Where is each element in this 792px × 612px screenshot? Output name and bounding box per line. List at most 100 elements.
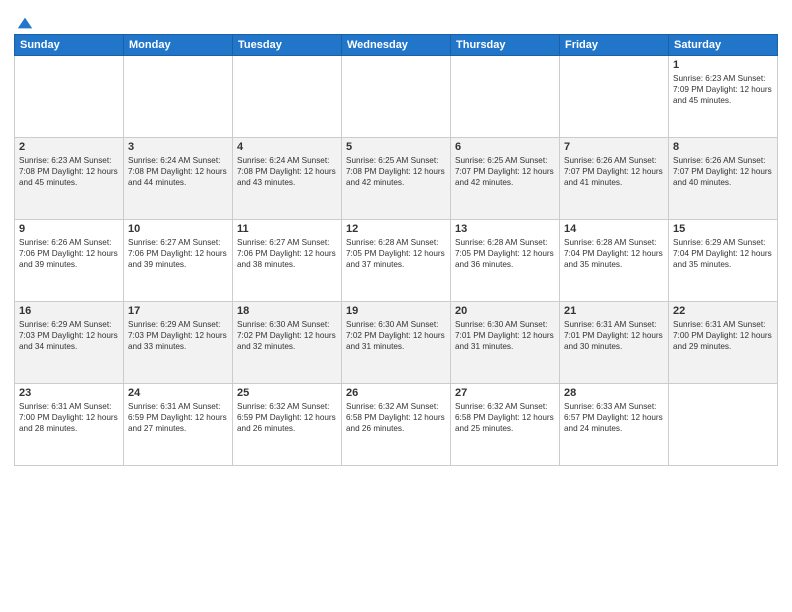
- day-info: Sunrise: 6:27 AM Sunset: 7:06 PM Dayligh…: [237, 237, 337, 270]
- calendar-cell: 15Sunrise: 6:29 AM Sunset: 7:04 PM Dayli…: [669, 220, 778, 302]
- calendar-week-row: 2 Sunrise: 6:23 AM Sunset: 7:08 PM Daylig…: [15, 138, 778, 220]
- day-number: 24: [128, 387, 228, 399]
- day-info: Sunrise: 6:25 AM Sunset: 7:07 PM Dayligh…: [455, 155, 555, 188]
- calendar-table: SundayMondayTuesdayWednesdayThursdayFrid…: [14, 34, 778, 466]
- calendar-cell: 22Sunrise: 6:31 AM Sunset: 7:00 PM Dayli…: [669, 302, 778, 384]
- calendar-cell: [342, 56, 451, 138]
- day-info: Sunrise: 6:28 AM Sunset: 7:05 PM Dayligh…: [455, 237, 555, 270]
- day-number: 18: [237, 305, 337, 317]
- calendar-cell: 2 Sunrise: 6:23 AM Sunset: 7:08 PM Daylig…: [15, 138, 124, 220]
- calendar-cell: 4 Sunrise: 6:24 AM Sunset: 7:08 PM Daylig…: [233, 138, 342, 220]
- day-number: 15: [673, 223, 773, 235]
- page: SundayMondayTuesdayWednesdayThursdayFrid…: [0, 0, 792, 476]
- day-number: 13: [455, 223, 555, 235]
- day-number: 11: [237, 223, 337, 235]
- day-info: Sunrise: 6:27 AM Sunset: 7:06 PM Dayligh…: [128, 237, 228, 270]
- logo-icon: [16, 14, 34, 32]
- logo: [14, 14, 34, 30]
- day-info: Sunrise: 6:31 AM Sunset: 7:01 PM Dayligh…: [564, 319, 664, 352]
- day-info: Sunrise: 6:25 AM Sunset: 7:08 PM Dayligh…: [346, 155, 446, 188]
- day-number: 6: [455, 141, 555, 153]
- calendar-cell: 5 Sunrise: 6:25 AM Sunset: 7:08 PM Daylig…: [342, 138, 451, 220]
- day-info: Sunrise: 6:31 AM Sunset: 6:59 PM Dayligh…: [128, 401, 228, 434]
- day-number: 16: [19, 305, 119, 317]
- day-number: 28: [564, 387, 664, 399]
- calendar-cell: 25 Sunrise: 6:32 AM Sunset: 6:59 PM Dayli…: [233, 384, 342, 466]
- calendar-week-row: 23 Sunrise: 6:31 AM Sunset: 7:00 PM Dayli…: [15, 384, 778, 466]
- calendar-week-row: 1 Sunrise: 6:23 AM Sunset: 7:09 PM Daylig…: [15, 56, 778, 138]
- day-info: Sunrise: 6:29 AM Sunset: 7:03 PM Dayligh…: [128, 319, 228, 352]
- day-of-week-header: Tuesday: [233, 35, 342, 56]
- calendar-cell: 24 Sunrise: 6:31 AM Sunset: 6:59 PM Dayli…: [124, 384, 233, 466]
- calendar-cell: [15, 56, 124, 138]
- day-info: Sunrise: 6:32 AM Sunset: 6:59 PM Dayligh…: [237, 401, 337, 434]
- calendar-cell: 27 Sunrise: 6:32 AM Sunset: 6:58 PM Dayli…: [451, 384, 560, 466]
- day-number: 5: [346, 141, 446, 153]
- day-info: Sunrise: 6:32 AM Sunset: 6:58 PM Dayligh…: [455, 401, 555, 434]
- day-number: 17: [128, 305, 228, 317]
- calendar-cell: 9 Sunrise: 6:26 AM Sunset: 7:06 PM Daylig…: [15, 220, 124, 302]
- day-info: Sunrise: 6:24 AM Sunset: 7:08 PM Dayligh…: [128, 155, 228, 188]
- header: [14, 10, 778, 30]
- day-info: Sunrise: 6:24 AM Sunset: 7:08 PM Dayligh…: [237, 155, 337, 188]
- day-info: Sunrise: 6:28 AM Sunset: 7:04 PM Dayligh…: [564, 237, 664, 270]
- calendar-cell: 23 Sunrise: 6:31 AM Sunset: 7:00 PM Dayli…: [15, 384, 124, 466]
- calendar-cell: 18 Sunrise: 6:30 AM Sunset: 7:02 PM Dayli…: [233, 302, 342, 384]
- calendar-cell: 16Sunrise: 6:29 AM Sunset: 7:03 PM Dayli…: [15, 302, 124, 384]
- day-info: Sunrise: 6:23 AM Sunset: 7:09 PM Dayligh…: [673, 73, 773, 106]
- day-number: 3: [128, 141, 228, 153]
- calendar-cell: [669, 384, 778, 466]
- calendar-week-row: 9 Sunrise: 6:26 AM Sunset: 7:06 PM Daylig…: [15, 220, 778, 302]
- calendar-cell: 14 Sunrise: 6:28 AM Sunset: 7:04 PM Dayli…: [560, 220, 669, 302]
- day-number: 1: [673, 59, 773, 71]
- calendar-cell: 12Sunrise: 6:28 AM Sunset: 7:05 PM Dayli…: [342, 220, 451, 302]
- calendar-cell: 21 Sunrise: 6:31 AM Sunset: 7:01 PM Dayli…: [560, 302, 669, 384]
- calendar-cell: 13 Sunrise: 6:28 AM Sunset: 7:05 PM Dayli…: [451, 220, 560, 302]
- day-info: Sunrise: 6:26 AM Sunset: 7:07 PM Dayligh…: [673, 155, 773, 188]
- day-info: Sunrise: 6:23 AM Sunset: 7:08 PM Dayligh…: [19, 155, 119, 188]
- day-number: 14: [564, 223, 664, 235]
- calendar-cell: 28Sunrise: 6:33 AM Sunset: 6:57 PM Dayli…: [560, 384, 669, 466]
- calendar-cell: 17 Sunrise: 6:29 AM Sunset: 7:03 PM Dayli…: [124, 302, 233, 384]
- day-info: Sunrise: 6:30 AM Sunset: 7:02 PM Dayligh…: [237, 319, 337, 352]
- day-number: 23: [19, 387, 119, 399]
- calendar-cell: [233, 56, 342, 138]
- calendar-cell: [560, 56, 669, 138]
- day-number: 26: [346, 387, 446, 399]
- calendar-header-row: SundayMondayTuesdayWednesdayThursdayFrid…: [15, 35, 778, 56]
- day-info: Sunrise: 6:26 AM Sunset: 7:07 PM Dayligh…: [564, 155, 664, 188]
- day-number: 19: [346, 305, 446, 317]
- calendar-cell: 10 Sunrise: 6:27 AM Sunset: 7:06 PM Dayli…: [124, 220, 233, 302]
- day-number: 7: [564, 141, 664, 153]
- calendar-cell: [451, 56, 560, 138]
- calendar-cell: 1 Sunrise: 6:23 AM Sunset: 7:09 PM Daylig…: [669, 56, 778, 138]
- day-info: Sunrise: 6:31 AM Sunset: 7:00 PM Dayligh…: [19, 401, 119, 434]
- day-number: 2: [19, 141, 119, 153]
- day-number: 20: [455, 305, 555, 317]
- day-number: 27: [455, 387, 555, 399]
- day-number: 25: [237, 387, 337, 399]
- day-of-week-header: Sunday: [15, 35, 124, 56]
- day-number: 21: [564, 305, 664, 317]
- calendar-cell: 19Sunrise: 6:30 AM Sunset: 7:02 PM Dayli…: [342, 302, 451, 384]
- calendar-body: 1 Sunrise: 6:23 AM Sunset: 7:09 PM Daylig…: [15, 56, 778, 466]
- day-info: Sunrise: 6:30 AM Sunset: 7:01 PM Dayligh…: [455, 319, 555, 352]
- calendar-cell: 3 Sunrise: 6:24 AM Sunset: 7:08 PM Daylig…: [124, 138, 233, 220]
- calendar-cell: 11 Sunrise: 6:27 AM Sunset: 7:06 PM Dayli…: [233, 220, 342, 302]
- calendar-cell: 6 Sunrise: 6:25 AM Sunset: 7:07 PM Daylig…: [451, 138, 560, 220]
- calendar-cell: 7 Sunrise: 6:26 AM Sunset: 7:07 PM Daylig…: [560, 138, 669, 220]
- day-number: 9: [19, 223, 119, 235]
- day-of-week-header: Monday: [124, 35, 233, 56]
- calendar-cell: 26Sunrise: 6:32 AM Sunset: 6:58 PM Dayli…: [342, 384, 451, 466]
- calendar-week-row: 16 Sunrise: 6:29 AM Sunset: 7:03 PM Dayli…: [15, 302, 778, 384]
- day-of-week-header: Wednesday: [342, 35, 451, 56]
- day-number: 8: [673, 141, 773, 153]
- day-number: 4: [237, 141, 337, 153]
- calendar-cell: [124, 56, 233, 138]
- day-of-week-header: Friday: [560, 35, 669, 56]
- calendar-cell: 8 Sunrise: 6:26 AM Sunset: 7:07 PM Daylig…: [669, 138, 778, 220]
- calendar-cell: 20 Sunrise: 6:30 AM Sunset: 7:01 PM Dayli…: [451, 302, 560, 384]
- day-number: 10: [128, 223, 228, 235]
- day-info: Sunrise: 6:26 AM Sunset: 7:06 PM Dayligh…: [19, 237, 119, 270]
- day-info: Sunrise: 6:31 AM Sunset: 7:00 PM Dayligh…: [673, 319, 773, 352]
